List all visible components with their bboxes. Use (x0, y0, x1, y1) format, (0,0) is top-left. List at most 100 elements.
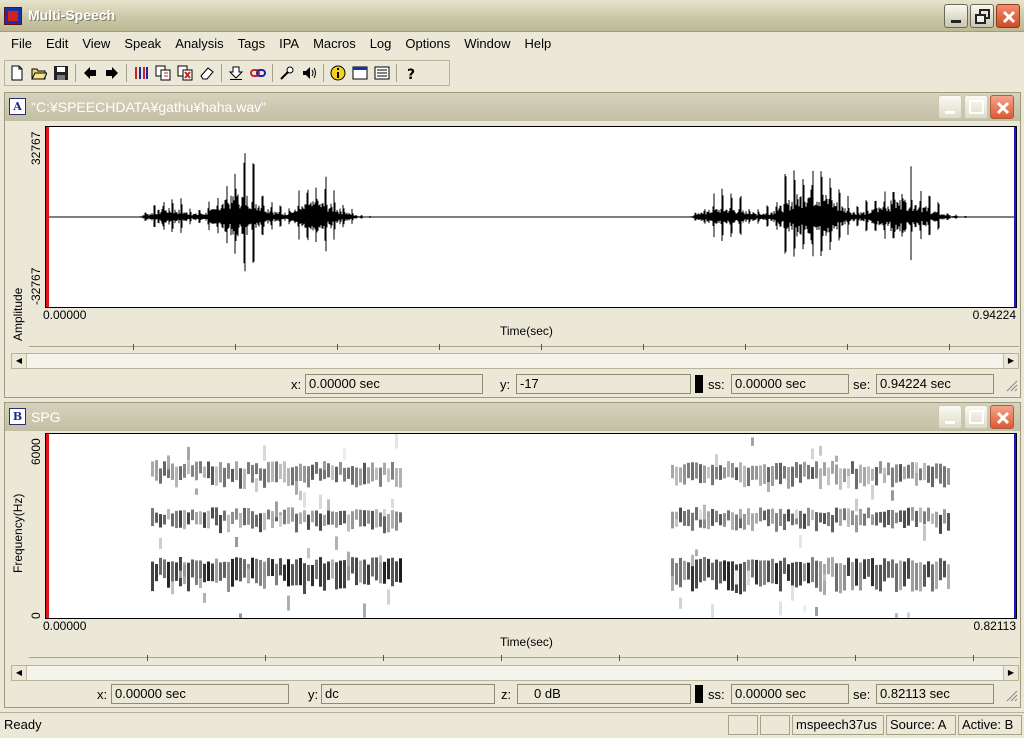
x-label: x: (97, 687, 108, 702)
spectrogram-window-titlebar[interactable]: B SPG (5, 403, 1020, 431)
restore-button[interactable] (970, 4, 994, 28)
spectrogram-horizontal-scrollbar[interactable]: ◀ ▶ (11, 665, 1019, 681)
frequency-max-label: 6000 (29, 438, 43, 465)
waveform-trace (46, 153, 1016, 272)
menu-speak[interactable]: Speak (117, 33, 168, 55)
frequency-axis-label: Frequency(Hz) (11, 493, 25, 573)
toolbar-separator (396, 64, 397, 82)
main-toolbar: ? (4, 60, 450, 86)
menu-edit[interactable]: Edit (39, 33, 75, 55)
scroll-left-arrow-icon[interactable]: ◀ (12, 354, 27, 368)
record-down-icon[interactable] (226, 63, 246, 83)
resize-grip-icon[interactable] (1006, 690, 1018, 702)
waveform-minimize-button[interactable] (938, 95, 962, 119)
scroll-left-arrow-icon[interactable]: ◀ (12, 666, 27, 680)
window-icon[interactable] (350, 63, 370, 83)
app-title: Multi-Speech (28, 7, 116, 23)
window-letter-badge: A (9, 98, 26, 115)
speaker-icon[interactable] (299, 63, 319, 83)
toolbar-separator (221, 64, 222, 82)
menu-help[interactable]: Help (517, 33, 558, 55)
amplitude-axis-label: Amplitude (11, 287, 25, 341)
time-end-label: 0.82113 (973, 619, 1017, 633)
spectrogram-plot[interactable] (45, 433, 1017, 619)
list-icon[interactable] (372, 63, 392, 83)
microphone-icon[interactable] (277, 63, 297, 83)
waveform-close-button[interactable] (990, 95, 1014, 119)
spectrogram-close-button[interactable] (990, 405, 1014, 429)
scroll-right-arrow-icon[interactable]: ▶ (1003, 666, 1018, 680)
help-icon[interactable]: ? (401, 63, 421, 83)
close-button[interactable] (996, 4, 1020, 28)
amplitude-min-label: -32767 (29, 267, 43, 305)
x-value-field: 0.00000 sec (305, 374, 483, 394)
time-end-label: 0.94224 (972, 308, 1016, 322)
spectrogram-image (151, 434, 950, 618)
selection-start-cursor[interactable] (46, 434, 49, 618)
waveform-window-title: "C:¥SPEECHDATA¥gathu¥haha.wav" (31, 99, 267, 115)
selection-start-cursor[interactable] (46, 127, 49, 307)
selection-end-cursor[interactable] (1014, 127, 1016, 307)
eraser-icon[interactable] (197, 63, 217, 83)
selection-end-cursor[interactable] (1014, 434, 1016, 618)
waveform-maximize-button[interactable] (964, 95, 988, 119)
back-arrow-icon[interactable] (80, 63, 100, 83)
menu-ipa[interactable]: IPA (272, 33, 306, 55)
waveform-status-row: x: 0.00000 sec y: -17 ss: 0.00000 sec se… (5, 374, 1020, 396)
toolbar-separator (272, 64, 273, 82)
scroll-right-arrow-icon[interactable]: ▶ (1003, 354, 1018, 368)
info-icon[interactable] (328, 63, 348, 83)
z-label: z: (501, 687, 512, 702)
waveform-horizontal-scrollbar[interactable]: ◀ ▶ (11, 353, 1019, 369)
menu-analysis[interactable]: Analysis (168, 33, 230, 55)
status-cell-empty-1 (728, 715, 758, 735)
menu-view[interactable]: View (75, 33, 117, 55)
ss-value-field: 0.00000 sec (731, 684, 849, 704)
se-value-field: 0.82113 sec (876, 684, 994, 704)
app-titlebar[interactable]: Multi-Speech (0, 0, 1024, 32)
spectrogram-maximize-button[interactable] (964, 405, 988, 429)
svg-text:?: ? (407, 67, 415, 81)
toolbar-separator (126, 64, 127, 82)
spectrogram-status-row: x: 0.00000 sec y: dc z: 0 dB ss: 0.00000… (5, 684, 1020, 706)
resize-grip-icon[interactable] (1006, 380, 1018, 392)
spectrogram-minimize-button[interactable] (938, 405, 962, 429)
waveform-plot[interactable] (45, 126, 1017, 308)
ss-value-field: 0.00000 sec (731, 374, 849, 394)
menu-macros[interactable]: Macros (306, 33, 363, 55)
toolbar-separator (323, 64, 324, 82)
save-icon[interactable] (51, 63, 71, 83)
copy-pages-icon[interactable] (153, 63, 173, 83)
waveform-window-titlebar[interactable]: A "C:¥SPEECHDATA¥gathu¥haha.wav" (5, 93, 1020, 121)
minimize-button[interactable] (944, 4, 968, 28)
waveform-bars-icon[interactable] (131, 63, 151, 83)
time-axis-label: Time(sec) (500, 635, 553, 649)
link-icon[interactable] (248, 63, 268, 83)
delete-pages-icon[interactable] (175, 63, 195, 83)
status-cell-active: Active: B (958, 715, 1022, 735)
spectrogram-window-title: SPG (31, 409, 61, 425)
menu-tags[interactable]: Tags (231, 33, 272, 55)
open-folder-icon[interactable] (29, 63, 49, 83)
spectrogram-time-ruler[interactable] (29, 651, 1019, 663)
menu-file[interactable]: File (4, 33, 39, 55)
menu-log[interactable]: Log (363, 33, 399, 55)
status-cell-empty-2 (760, 715, 790, 735)
ss-label: ss: (708, 377, 725, 392)
status-cell-version: mspeech37us (792, 715, 884, 735)
new-file-icon[interactable] (7, 63, 27, 83)
spectrogram-window[interactable]: B SPG Frequency(Hz) 6000 0 0.00000 0.821… (4, 402, 1021, 708)
waveform-time-ruler[interactable] (29, 340, 1019, 352)
menu-window[interactable]: Window (457, 33, 517, 55)
y-label: y: (308, 687, 319, 702)
se-value-field: 0.94224 sec (876, 374, 994, 394)
menu-options[interactable]: Options (398, 33, 457, 55)
menu-bar: File Edit View Speak Analysis Tags IPA M… (0, 33, 1024, 55)
y-label: y: (500, 377, 511, 392)
se-label: se: (853, 687, 871, 702)
forward-arrow-icon[interactable] (102, 63, 122, 83)
waveform-window[interactable]: A "C:¥SPEECHDATA¥gathu¥haha.wav" Amplitu… (4, 92, 1021, 398)
selection-marker-icon (695, 375, 703, 393)
x-value-field: 0.00000 sec (111, 684, 289, 704)
y-value-field: dc (321, 684, 495, 704)
